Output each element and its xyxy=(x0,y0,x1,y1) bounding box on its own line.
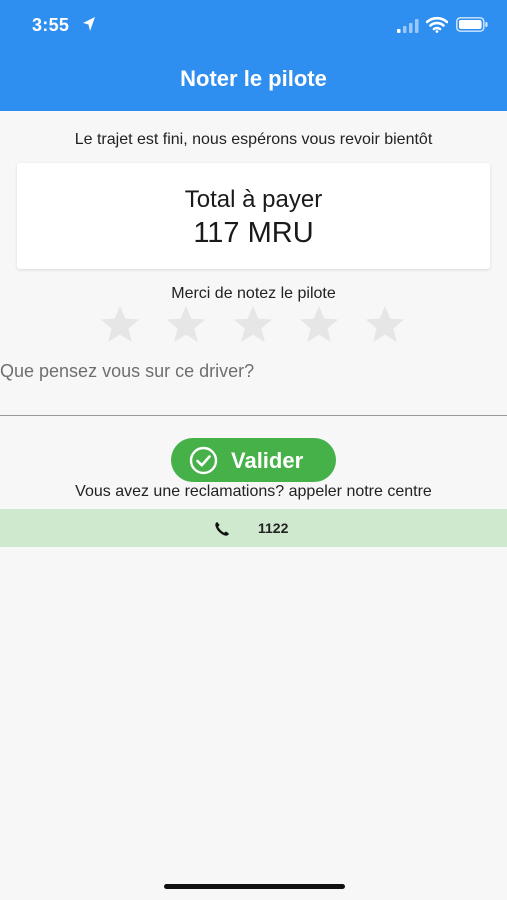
total-label: Total à payer xyxy=(184,186,323,213)
driver-feedback-input[interactable] xyxy=(0,358,507,416)
status-bar: 3:55 xyxy=(0,0,507,52)
star-icon[interactable] xyxy=(98,304,142,346)
star-rating xyxy=(98,304,418,348)
phone-number: 1122 xyxy=(258,520,289,536)
star-icon[interactable] xyxy=(363,304,407,346)
claim-text: Vous avez une reclamations? appeler notr… xyxy=(75,483,432,500)
home-indicator xyxy=(164,884,345,889)
wifi-icon xyxy=(426,16,448,33)
star-icon[interactable] xyxy=(164,304,208,346)
star-icon[interactable] xyxy=(231,304,275,346)
star-icon[interactable] xyxy=(297,304,341,346)
phone-icon xyxy=(215,522,229,536)
signal-icon xyxy=(397,19,419,33)
validate-label: Valider xyxy=(231,448,304,473)
page-title: Noter le pilote xyxy=(180,66,327,91)
check-circle-icon xyxy=(189,446,218,475)
trip-finished-message: Le trajet est fini, nous espérons vous r… xyxy=(74,131,433,148)
battery-icon xyxy=(456,17,488,32)
status-time: 3:55 xyxy=(32,15,70,35)
total-amount: 117 MRU xyxy=(193,217,314,249)
location-arrow-icon xyxy=(83,17,95,31)
app-header: 3:55 Noter le pilote xyxy=(0,0,507,111)
validate-button[interactable]: Valider xyxy=(171,438,336,482)
call-center-button[interactable]: 1122 xyxy=(0,509,507,547)
total-card: Total à payer 117 MRU xyxy=(17,163,490,269)
rate-prompt: Merci de notez le pilote xyxy=(171,285,336,302)
